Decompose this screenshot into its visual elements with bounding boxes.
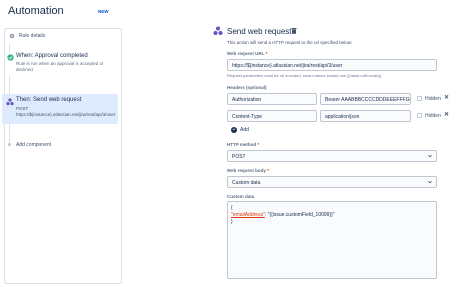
config-panel: Send web request This action will send a…	[212, 0, 474, 287]
add-component-link[interactable]: Add component	[16, 142, 51, 148]
body-value: Custom data	[232, 180, 261, 186]
header-name-input[interactable]: Content-Type	[227, 110, 317, 122]
custom-data-label: Custom data	[227, 194, 255, 199]
gear-icon	[9, 33, 15, 39]
url-label: Web request URL *	[227, 51, 268, 56]
rule-details-label: Rule details	[19, 33, 46, 39]
webhook-icon	[6, 98, 14, 106]
code-line: "emailAddress": "{{issue.customField_100…	[231, 212, 335, 218]
chevron-down-icon	[428, 155, 432, 158]
add-label: Add	[240, 127, 249, 133]
body-label: Web request body *	[227, 168, 269, 173]
body-select[interactable]: Custom data	[227, 176, 437, 188]
new-badge: NEW	[98, 9, 109, 14]
chevron-down-icon	[428, 181, 432, 184]
hidden-label: Hidden	[425, 96, 441, 102]
header-value-input[interactable]: application/json	[320, 110, 411, 122]
trigger-desc: Rule is run when an approval is accepted…	[16, 61, 104, 72]
add-dot-icon	[8, 143, 11, 146]
config-description: This action will send a HTTP request to …	[227, 40, 353, 45]
connector-line	[9, 124, 10, 144]
check-circle-icon	[7, 54, 14, 61]
url-help: Request parameters must be url encoded, …	[227, 73, 382, 78]
code-line: }	[231, 219, 233, 225]
headers-label: Headers (optional)	[227, 85, 267, 90]
code-line: {	[231, 205, 233, 211]
plus-icon: +	[231, 127, 237, 133]
add-header-button[interactable]: + Add	[231, 127, 249, 133]
hidden-checkbox[interactable]	[417, 96, 422, 101]
remove-header-icon[interactable]: ✕	[444, 94, 449, 101]
app-title: Automation	[8, 5, 64, 17]
config-title: Send web request	[227, 27, 292, 36]
trigger-title: When: Approval completed	[16, 53, 88, 59]
action-title: Then: Send web request	[16, 97, 82, 103]
webhook-icon	[213, 26, 223, 35]
method-value: POST	[232, 154, 246, 160]
rule-details-link[interactable]: Rule details	[9, 33, 45, 39]
header-name-input[interactable]: Authorization	[227, 93, 317, 105]
hidden-label: Hidden	[425, 113, 441, 119]
method-label: HTTP method *	[227, 142, 260, 147]
action-desc: POST https://${instance}.atlassian.net/j…	[16, 106, 116, 117]
connector-line	[9, 76, 10, 95]
remove-header-icon[interactable]: ✕	[444, 111, 449, 118]
header-value-input[interactable]: Bearer AAABBBCCCCDDDEEEFFFGG	[320, 93, 411, 105]
method-select[interactable]: POST	[227, 150, 437, 162]
connector-line	[9, 44, 10, 52]
trash-icon[interactable]	[291, 27, 297, 34]
hidden-checkbox[interactable]	[417, 113, 422, 118]
url-input[interactable]: https://${instance}.atlassian.net/jira/r…	[227, 59, 437, 71]
custom-data-textarea[interactable]: { "emailAddress": "{{issue.customField_1…	[227, 201, 437, 279]
rule-panel: Rule details When: Approval completed Ru…	[0, 26, 122, 287]
